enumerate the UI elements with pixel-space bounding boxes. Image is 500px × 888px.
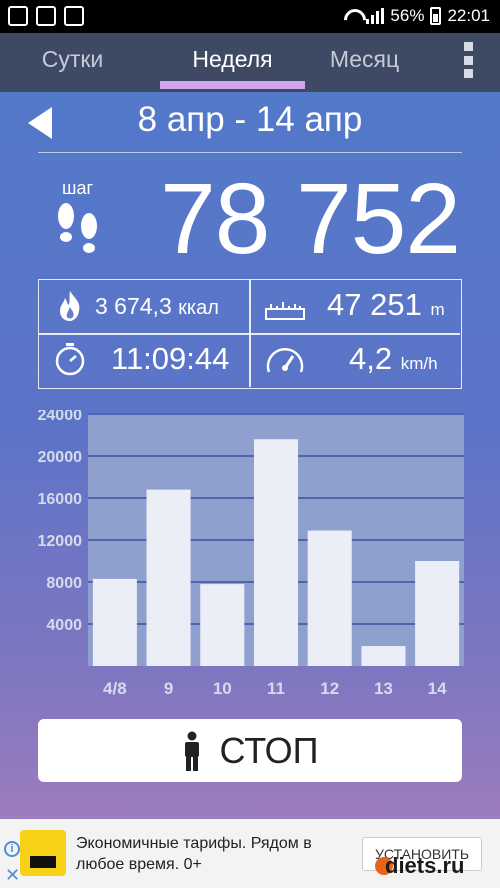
speed-stat: 4,2 km/h (349, 341, 438, 377)
overflow-menu-icon[interactable] (464, 42, 474, 78)
speed-value: 4,2 (349, 341, 393, 376)
x-tick-label: 14 (428, 679, 447, 698)
chart-bar (307, 530, 352, 666)
y-tick-label: 12000 (38, 533, 83, 550)
signal-icon (366, 8, 385, 24)
x-tick-label: 13 (374, 679, 393, 698)
active-tab-indicator (160, 81, 305, 89)
clock: 22:01 (447, 6, 490, 25)
chart-bar (253, 439, 299, 666)
chart-bar (200, 584, 245, 666)
footprints-notification-icon (36, 6, 56, 26)
steps-label: шаг (62, 178, 94, 198)
fire-icon (60, 291, 80, 321)
chart-bar (146, 489, 191, 666)
ad-text: Экономичные тарифы. Рядом в любое время.… (76, 835, 312, 873)
battery-percent: 56% (390, 6, 425, 25)
x-tick-label: 4/8 (103, 679, 127, 698)
tab-day[interactable]: Сутки (0, 33, 145, 92)
chart-bar (361, 646, 406, 666)
phone-lock-icon (64, 6, 84, 26)
y-tick-label: 24000 (38, 410, 83, 424)
calories-stat: 3 674,3 ккал (95, 293, 219, 320)
footprints-icon (58, 203, 97, 253)
person-icon (185, 731, 200, 771)
x-tick-label: 12 (320, 679, 339, 698)
ad-info-icon[interactable]: i (4, 841, 20, 857)
watermark-text: diets.ru (385, 853, 465, 878)
stop-label: СТОП (219, 729, 319, 771)
steps-total: 78 752 (160, 163, 461, 275)
y-tick-label: 8000 (46, 575, 82, 592)
x-tick-label: 9 (164, 679, 173, 698)
distance-stat: 47 251 m (327, 287, 445, 323)
calories-value: 3 674,3 (95, 293, 172, 319)
main-panel: 8 апр - 14 апр шаг 78 752 3 674,3 ккал 4… (0, 92, 500, 819)
weekly-steps-chart: 4000 8000 12000 16000 20000 24000 4/8 9 10 11 12 13… (38, 410, 464, 698)
x-tick-label: 10 (213, 679, 232, 698)
stats-grid: 3 674,3 ккал 47 251 m 11:09:44 4,2 km/h (38, 279, 462, 389)
duration-value: 11:09:44 (111, 341, 230, 376)
tab-month[interactable]: Месяц (292, 33, 437, 92)
ad-close-icon[interactable]: ✕ (5, 865, 20, 886)
y-tick-label: 4000 (46, 617, 82, 634)
ad-logo (20, 830, 66, 876)
y-tick-label: 20000 (38, 449, 83, 466)
status-bar: 56% 22:01 (0, 0, 500, 33)
distance-value: 47 251 (327, 287, 422, 322)
wifi-icon (344, 9, 360, 23)
speedometer-icon (266, 348, 304, 373)
stop-button[interactable]: СТОП (38, 719, 462, 782)
date-range: 8 апр - 14 апр (137, 100, 363, 139)
y-tick-label: 16000 (38, 491, 83, 508)
distance-unit: m (430, 300, 445, 319)
stopwatch-icon (55, 343, 85, 376)
speed-unit: km/h (400, 354, 438, 373)
header-divider (38, 152, 462, 153)
battery-icon (430, 7, 442, 25)
chart-bar (415, 561, 460, 666)
gallery-icon (8, 6, 28, 26)
chart-bar (92, 578, 137, 666)
calories-unit: ккал (178, 297, 219, 319)
x-tick-label: 11 (267, 679, 285, 698)
ruler-icon (265, 302, 305, 320)
ad-banner[interactable]: i ✕ Экономичные тарифы. Рядом в любое вр… (0, 819, 500, 888)
